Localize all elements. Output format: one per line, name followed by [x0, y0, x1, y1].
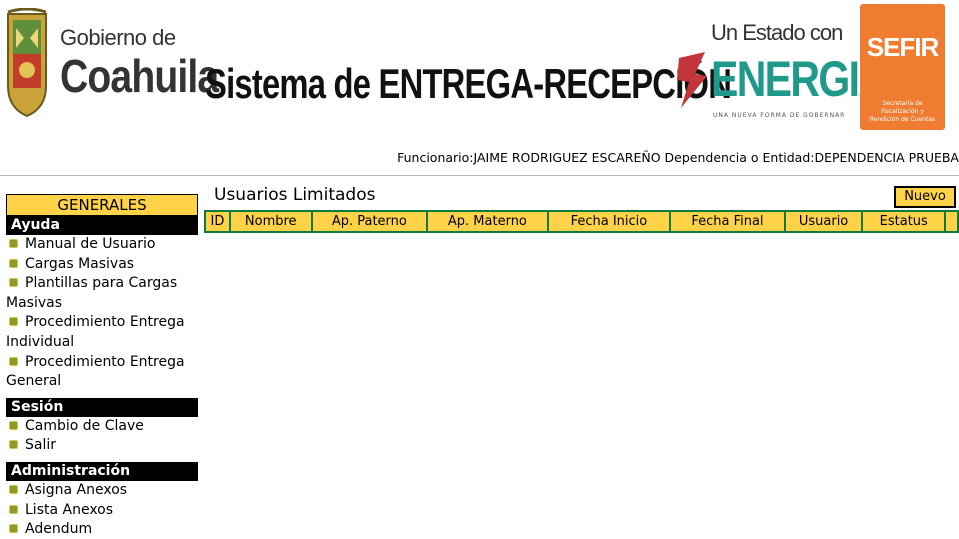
energia-logo: Un Estado con ENERGIA UNA NUEVA FORMA DE…	[675, 20, 888, 125]
bullet-icon	[9, 278, 18, 288]
section-sesion: Sesión	[6, 397, 198, 417]
slogan-top-text: Un Estado con	[711, 20, 843, 45]
sidebar-menu: GENERALES Ayuda Manual de Usuario Cargas…	[6, 194, 198, 539]
bullet-icon	[9, 317, 18, 327]
gov-small-text: Gobierno de	[60, 25, 176, 50]
user-info-bar: Funcionario:JAIME RODRIGUEZ ESCAREÑO Dep…	[0, 150, 959, 170]
sefir-subtitle: Secretaría de Fiscalización y Rendición …	[869, 100, 936, 123]
energia-mark-icon	[677, 52, 707, 108]
funcionario-value: JAIME RODRIGUEZ ESCAREÑO	[473, 150, 661, 165]
col-actions	[944, 210, 959, 233]
bullet-icon	[9, 420, 18, 430]
nuevo-button[interactable]: Nuevo	[894, 186, 956, 208]
menu-item-manual-usuario[interactable]: Manual de Usuario	[6, 235, 198, 255]
coahuila-seal-icon	[4, 8, 50, 118]
col-estatus[interactable]: Estatus	[861, 210, 947, 233]
bullet-icon	[9, 440, 18, 450]
menu-item-procedimiento-individual[interactable]: Procedimiento Entrega Individual	[6, 313, 198, 352]
section-ayuda: Ayuda	[6, 216, 198, 235]
funcionario-label: Funcionario:	[397, 150, 474, 165]
page-title: Usuarios Limitados	[214, 185, 376, 205]
col-usuario[interactable]: Usuario	[783, 210, 864, 233]
bullet-icon	[9, 504, 18, 514]
system-title: Sistema de ENTREGA-RECEPCIÓN	[205, 60, 732, 107]
col-id[interactable]: ID	[204, 210, 231, 233]
menu-item-cargas-masivas[interactable]: Cargas Masivas	[6, 255, 198, 275]
menu-item-salir[interactable]: Salir	[6, 436, 198, 456]
menu-item-asigna-anexos[interactable]: Asigna Anexos	[6, 481, 198, 501]
bullet-icon	[9, 356, 18, 366]
sefir-logo: SEFIR Secretaría de Fiscalización y Rend…	[860, 4, 945, 130]
page-header: Gobierno de Coahuila Sistema de ENTREGA-…	[0, 0, 959, 150]
section-administracion: Administración	[6, 461, 198, 481]
gov-big-text: Coahuila	[60, 50, 219, 102]
menu-item-procedimiento-general[interactable]: Procedimiento Entrega General	[6, 353, 198, 392]
bullet-icon	[9, 484, 18, 494]
col-fecha-final[interactable]: Fecha Final	[669, 210, 786, 233]
menu-item-plantillas[interactable]: Plantillas para Cargas Masivas	[6, 274, 198, 313]
menu-item-adendum[interactable]: Adendum	[6, 520, 198, 539]
menu-item-cambio-clave[interactable]: Cambio de Clave	[6, 417, 198, 437]
table-header-row: ID Nombre Ap. Paterno Ap. Materno Fecha …	[204, 210, 959, 233]
col-nombre[interactable]: Nombre	[228, 210, 313, 233]
col-ap-paterno[interactable]: Ap. Paterno	[310, 210, 429, 233]
users-table: ID Nombre Ap. Paterno Ap. Materno Fecha …	[204, 210, 959, 233]
col-ap-materno[interactable]: Ap. Materno	[426, 210, 549, 233]
header-divider	[0, 175, 959, 176]
bullet-icon	[9, 524, 18, 534]
sefir-name: SEFIR	[866, 32, 940, 62]
slogan-tag-text: UNA NUEVA FORMA DE GOBERNAR	[713, 112, 846, 119]
bullet-icon	[9, 239, 18, 248]
menu-item-lista-anexos[interactable]: Lista Anexos	[6, 501, 198, 521]
dependencia-value: DEPENDENCIA PRUEBA	[814, 150, 959, 165]
col-fecha-inicio[interactable]: Fecha Inicio	[546, 210, 672, 233]
bullet-icon	[9, 258, 18, 268]
sidebar-title: GENERALES	[6, 194, 198, 216]
dependencia-label: Dependencia o Entidad:	[660, 150, 815, 165]
